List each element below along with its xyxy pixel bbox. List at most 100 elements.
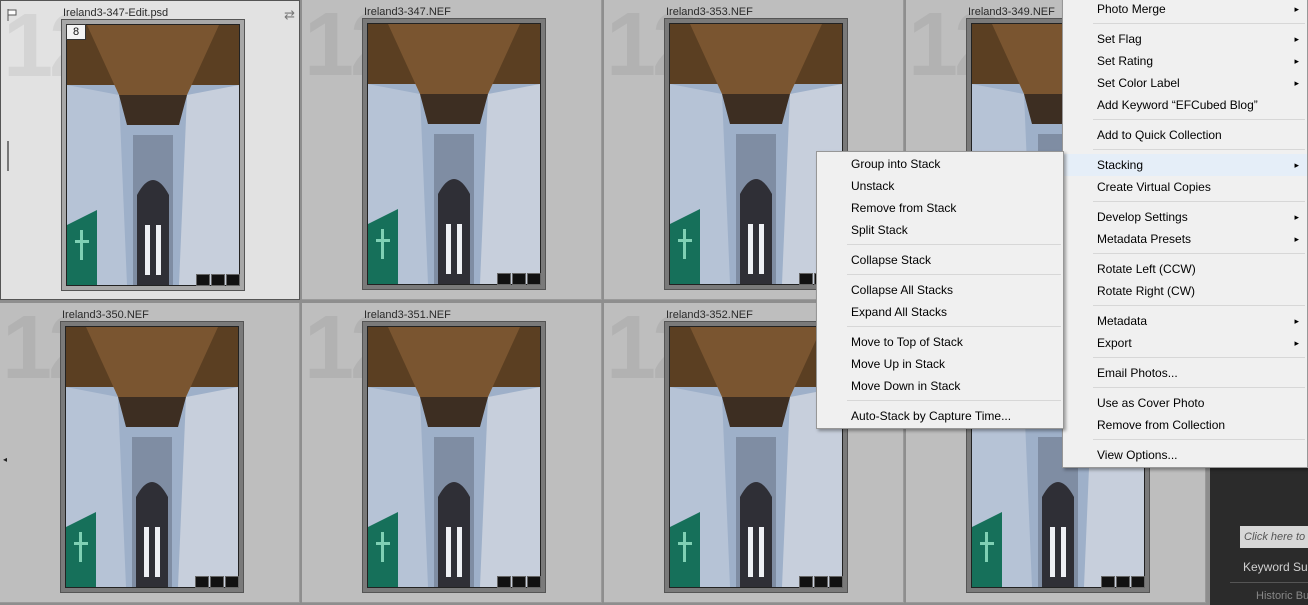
menu-item[interactable]: Move Down in Stack: [817, 375, 1063, 397]
photo-thumbnail[interactable]: [66, 24, 240, 286]
menu-item[interactable]: Set Rating ▸: [1063, 50, 1307, 72]
keyword-badge-icon[interactable]: [196, 274, 210, 286]
submenu-arrow-icon: ▸: [1294, 316, 1299, 326]
menu-item-label: Remove from Collection: [1097, 418, 1226, 432]
menu-item[interactable]: Split Stack: [817, 219, 1063, 241]
menu-item[interactable]: Add Keyword “EFCubed Blog”: [1063, 94, 1307, 116]
menu-item[interactable]: Group into Stack: [817, 153, 1063, 175]
menu-item[interactable]: Develop Settings ▸: [1063, 206, 1307, 228]
menu-item[interactable]: Auto-Stack by Capture Time...: [817, 405, 1063, 427]
menu-item-label: Stacking: [1097, 158, 1144, 172]
menu-item-label: Add Keyword “EFCubed Blog”: [1097, 98, 1258, 112]
panel-collapse-icon[interactable]: ◂: [3, 455, 7, 464]
menu-item[interactable]: Create Virtual Copies: [1063, 176, 1307, 198]
photo-thumbnail[interactable]: [65, 326, 239, 588]
keyword-badge-icon[interactable]: [1101, 576, 1115, 588]
photo-thumbnail[interactable]: [367, 23, 541, 285]
menu-item-label: Export: [1097, 336, 1132, 350]
menu-separator: [847, 244, 1061, 245]
menu-item[interactable]: Remove from Collection: [1063, 414, 1307, 436]
submenu-arrow-icon: ▸: [1294, 212, 1299, 222]
menu-item[interactable]: Stacking ▸: [1063, 154, 1307, 176]
menu-item-label: Create Virtual Copies: [1097, 180, 1211, 194]
menu-item-label: Develop Settings: [1097, 210, 1188, 224]
menu-item-label: Metadata Presets: [1097, 232, 1192, 246]
menu-item[interactable]: Move Up in Stack: [817, 353, 1063, 375]
crop-badge-icon[interactable]: [527, 273, 541, 285]
menu-item[interactable]: Add to Quick Collection: [1063, 124, 1307, 146]
menu-item[interactable]: Collapse All Stacks: [817, 279, 1063, 301]
menu-item[interactable]: Metadata Presets ▸: [1063, 228, 1307, 250]
menu-item-label: Expand All Stacks: [851, 305, 948, 319]
copies-badge-icon[interactable]: [226, 274, 240, 286]
crop-badge-icon[interactable]: [225, 576, 239, 588]
keyword-badge-icon[interactable]: [497, 273, 511, 285]
menu-item-label: Remove from Stack: [851, 201, 957, 215]
menu-separator: [1093, 439, 1305, 440]
menu-separator: [1093, 149, 1305, 150]
grid-cell[interactable]: 12 Ireland3-350.NEF: [0, 303, 300, 603]
context-menu: Photo Merge ▸ Set Flag ▸ Set Rating ▸ Set Colo…: [1062, 0, 1308, 468]
keyword-badge-icon[interactable]: [195, 576, 209, 588]
menu-item[interactable]: Metadata ▸: [1063, 310, 1307, 332]
stack-count-badge[interactable]: 8: [66, 24, 86, 40]
menu-item-label: Use as Cover Photo: [1097, 396, 1205, 410]
menu-item[interactable]: View Options...: [1063, 444, 1307, 466]
comment-badge-icon[interactable]: [512, 273, 526, 285]
comment-badge-icon[interactable]: [210, 576, 224, 588]
menu-item[interactable]: Export ▸: [1063, 332, 1307, 354]
thumbnail-frame[interactable]: [362, 321, 546, 593]
menu-item-label: Metadata: [1097, 314, 1148, 328]
menu-item[interactable]: Unstack: [817, 175, 1063, 197]
menu-separator: [1093, 23, 1305, 24]
keyword-suggestions-label: Keyword Sug: [1243, 560, 1308, 574]
menu-item[interactable]: Expand All Stacks: [817, 301, 1063, 323]
grid-cell[interactable]: 12 Ireland3-347-Edit.psd ⇄ 8: [0, 0, 300, 300]
menu-separator: [1093, 357, 1305, 358]
menu-item[interactable]: Rotate Right (CW): [1063, 280, 1307, 302]
menu-item[interactable]: Move to Top of Stack: [817, 331, 1063, 353]
menu-item[interactable]: Set Flag ▸: [1063, 28, 1307, 50]
photo-thumbnail[interactable]: [367, 326, 541, 588]
menu-item[interactable]: Photo Merge ▸: [1063, 0, 1307, 20]
keyword-input[interactable]: Click here to a: [1240, 526, 1308, 548]
crop-badge-icon[interactable]: [1131, 576, 1145, 588]
comment-badge-icon[interactable]: [814, 576, 828, 588]
grid-cell[interactable]: 12 Ireland3-351.NEF: [302, 303, 602, 603]
menu-item-label: Set Rating: [1097, 54, 1154, 68]
keyword-badge-icon[interactable]: [799, 576, 813, 588]
crop-badge-icon[interactable]: [829, 576, 843, 588]
file-name: Ireland3-351.NEF: [364, 309, 451, 321]
menu-item-label: Group into Stack: [851, 157, 941, 171]
menu-item[interactable]: Remove from Stack: [817, 197, 1063, 219]
keyword-badge-icon[interactable]: [497, 576, 511, 588]
menu-item[interactable]: Set Color Label ▸: [1063, 72, 1307, 94]
comment-badge-icon[interactable]: [512, 576, 526, 588]
drag-handle: [7, 141, 9, 171]
menu-separator: [847, 400, 1061, 401]
menu-item[interactable]: Collapse Stack: [817, 249, 1063, 271]
comment-badge-icon[interactable]: [211, 274, 225, 286]
grid-cell[interactable]: 12 Ireland3-347.NEF: [302, 0, 602, 300]
file-name: Ireland3-347-Edit.psd: [63, 7, 169, 19]
flag-icon[interactable]: [7, 9, 17, 21]
menu-item-label: Split Stack: [851, 223, 908, 237]
thumbnail-frame[interactable]: [60, 321, 244, 593]
keyword-badge-icon[interactable]: [799, 273, 813, 285]
comment-badge-icon[interactable]: [1116, 576, 1130, 588]
rotate-icon[interactable]: ⇄: [284, 7, 295, 23]
stacking-submenu: Group into Stack Unstack Remove from Stack…: [816, 151, 1064, 429]
menu-item[interactable]: Email Photos...: [1063, 362, 1307, 384]
submenu-arrow-icon: ▸: [1294, 234, 1299, 244]
menu-item-label: Auto-Stack by Capture Time...: [851, 409, 1012, 423]
file-name: Ireland3-349.NEF: [968, 6, 1055, 18]
thumbnail-frame[interactable]: 8: [61, 19, 245, 291]
file-name: Ireland3-353.NEF: [666, 6, 753, 18]
menu-item[interactable]: Use as Cover Photo: [1063, 392, 1307, 414]
menu-item[interactable]: Rotate Left (CCW): [1063, 258, 1307, 280]
menu-item-label: Move Up in Stack: [851, 357, 946, 371]
thumbnail-frame[interactable]: [362, 18, 546, 290]
crop-badge-icon[interactable]: [527, 576, 541, 588]
menu-item-label: Rotate Left (CCW): [1097, 262, 1196, 276]
menu-item-label: View Options...: [1097, 448, 1178, 462]
